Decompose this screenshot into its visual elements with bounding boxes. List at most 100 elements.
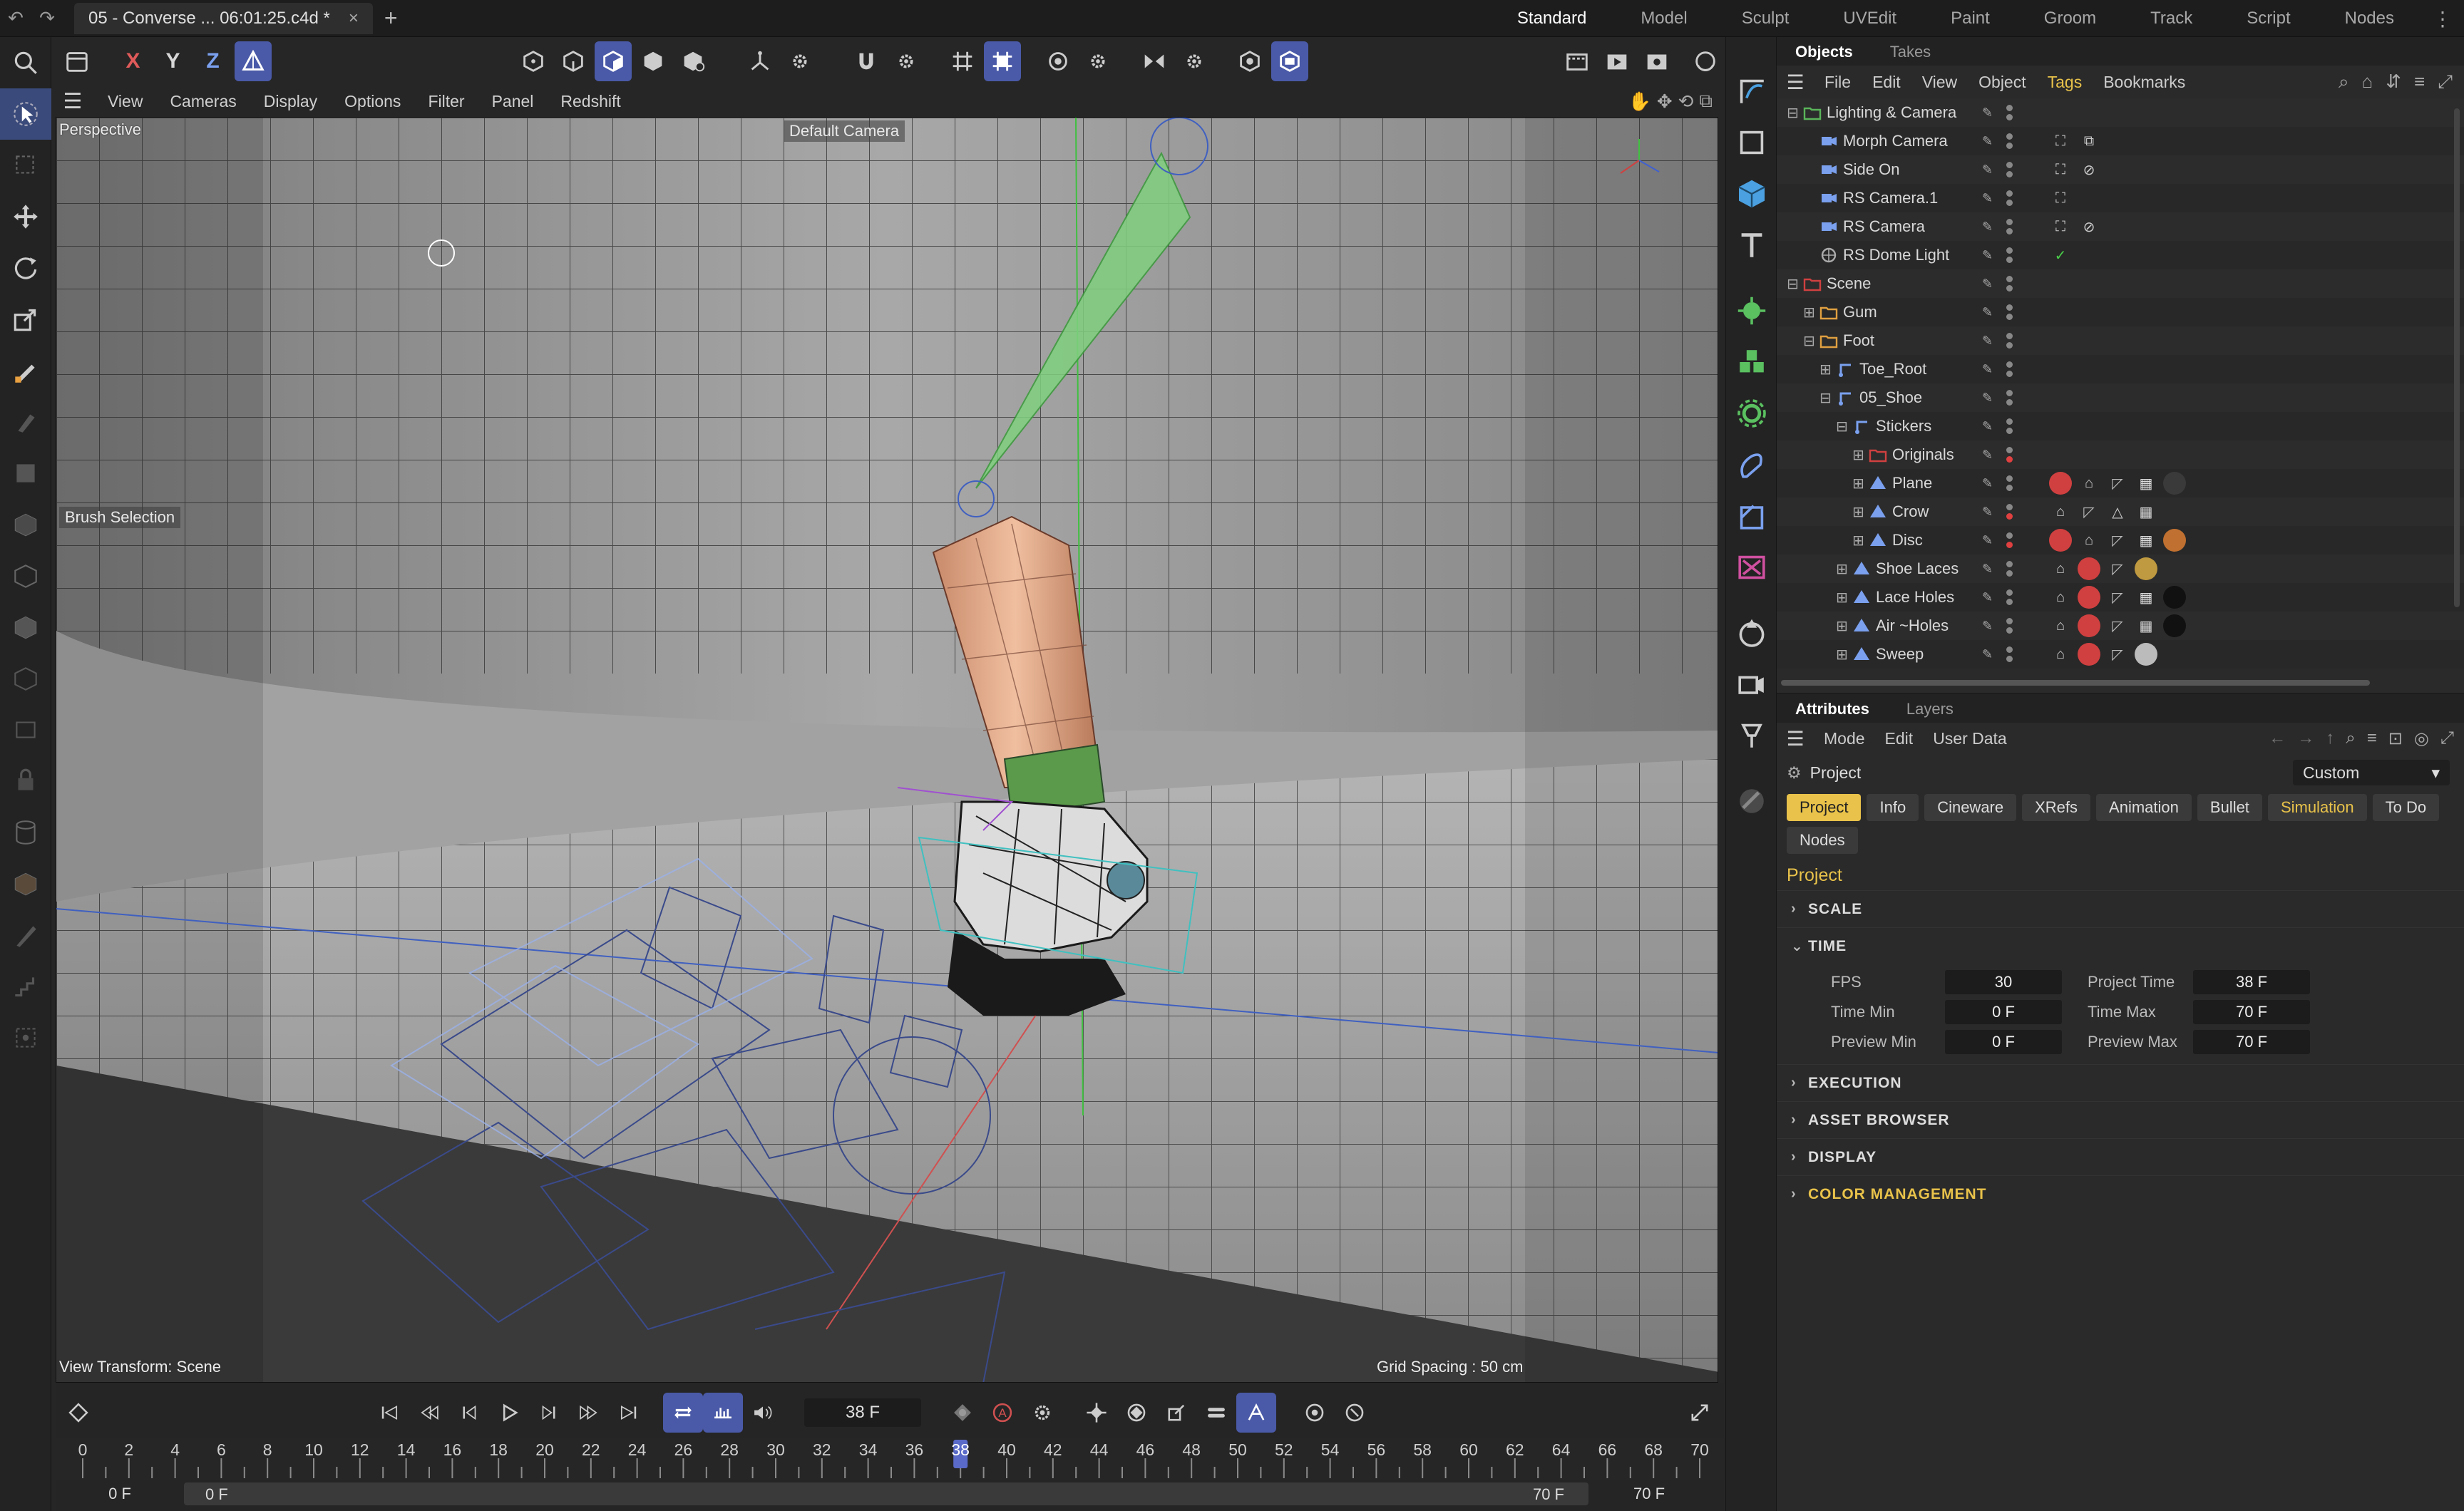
layer-toggle-icon[interactable]: ✎: [1982, 277, 1996, 292]
group-execution[interactable]: › EXECUTION: [1777, 1064, 2464, 1101]
layer-toggle-icon[interactable]: ✎: [1982, 562, 1996, 577]
visibility-dots[interactable]: [2003, 127, 2015, 155]
object-row[interactable]: ⊞ Gum ✎: [1777, 298, 2464, 326]
viewport-menu-options[interactable]: Options: [331, 92, 414, 111]
select-tool-icon[interactable]: [0, 88, 51, 140]
selection-tag-icon[interactable]: ▦: [2135, 472, 2157, 495]
symmetry-icon[interactable]: [1136, 41, 1173, 81]
motion-record-icon[interactable]: [1335, 1393, 1375, 1433]
object-name[interactable]: Foot: [1843, 331, 1874, 350]
lock-icon[interactable]: ⊡: [2388, 728, 2403, 749]
timeline-expand-icon[interactable]: [1680, 1393, 1720, 1433]
document-tab[interactable]: 05 - Converse ... 06:01:25.c4d * ×: [74, 2, 373, 34]
object-name[interactable]: Air ~Holes: [1876, 617, 1949, 635]
selection-tag-icon[interactable]: ▦: [2135, 500, 2157, 523]
expand-icon[interactable]: ⊞: [1836, 589, 1850, 607]
key-settings-icon[interactable]: [1022, 1393, 1062, 1433]
material-red-tag-icon[interactable]: [2049, 472, 2072, 495]
protection-tag-icon[interactable]: ⌂: [2049, 557, 2072, 580]
next-key-icon[interactable]: [569, 1393, 609, 1433]
pill-bullet[interactable]: Bullet: [2197, 794, 2262, 821]
target-tag-icon[interactable]: ⛶: [2049, 158, 2072, 181]
texture-icon[interactable]: [0, 858, 51, 909]
layer-toggle-icon[interactable]: ✎: [1982, 191, 1996, 206]
polygon-pen-icon[interactable]: [0, 448, 51, 499]
settings-icon[interactable]: ◎: [2414, 728, 2429, 749]
viewport-menu-display[interactable]: Display: [250, 92, 331, 111]
layout-sculpt[interactable]: Sculpt: [1715, 0, 1817, 37]
layer-toggle-icon[interactable]: ✎: [1982, 647, 1996, 662]
current-frame-field[interactable]: 38 F: [804, 1398, 921, 1427]
effector-icon[interactable]: [1726, 388, 1777, 439]
camera-name-label[interactable]: Default Camera: [784, 120, 905, 142]
uvw-tag-icon[interactable]: ◸: [2106, 557, 2129, 580]
spline-pen-icon[interactable]: [1726, 66, 1777, 117]
layer-toggle-icon[interactable]: ✎: [1982, 163, 1996, 177]
object-name[interactable]: Sweep: [1876, 645, 1924, 664]
object-name[interactable]: Plane: [1892, 474, 1932, 493]
pill-animation[interactable]: Animation: [2096, 794, 2192, 821]
points-mode-icon[interactable]: [515, 41, 552, 81]
camera-icon[interactable]: [1726, 659, 1777, 710]
phong-tag-icon[interactable]: △: [2106, 500, 2129, 523]
objects-vertical-scrollbar[interactable]: [2454, 108, 2460, 607]
pill-nodes[interactable]: Nodes: [1787, 827, 1858, 854]
y-axis-toggle[interactable]: Y: [155, 41, 192, 81]
attributes-menu-user-data[interactable]: User Data: [1923, 729, 2017, 748]
morph-tag-icon[interactable]: ⧉: [2078, 130, 2100, 153]
object-row[interactable]: ⊞ Crow ✎ ⌂ ◸ △ ▦: [1777, 497, 2464, 526]
undo-icon[interactable]: ↶: [0, 3, 31, 34]
expand-icon[interactable]: ⊞: [1852, 446, 1867, 464]
collapse-icon[interactable]: ⊟: [1787, 104, 1801, 122]
visibility-dots[interactable]: [2003, 440, 2015, 469]
back-arrow-icon[interactable]: ←: [2269, 728, 2286, 749]
layer-toggle-icon[interactable]: ✎: [1982, 448, 1996, 463]
edges-mode-icon[interactable]: [555, 41, 592, 81]
disabled-tag-icon[interactable]: ⊘: [2078, 215, 2100, 238]
field-icon[interactable]: [1726, 490, 1777, 542]
cylinder-icon[interactable]: [0, 807, 51, 858]
objects-menu-bookmarks[interactable]: Bookmarks: [2093, 73, 2196, 92]
visibility-dots[interactable]: [2003, 184, 2015, 212]
object-name[interactable]: RS Dome Light: [1843, 246, 1949, 264]
xpresso-icon[interactable]: [1726, 542, 1777, 593]
visibility-dots[interactable]: [2003, 497, 2015, 526]
cube-edges-icon[interactable]: [0, 550, 51, 602]
layout-paint[interactable]: Paint: [1924, 0, 2017, 37]
knife-icon[interactable]: [0, 909, 51, 961]
redshift-icon[interactable]: [1231, 41, 1268, 81]
render-region-icon[interactable]: [1559, 41, 1596, 81]
play-icon[interactable]: [489, 1393, 529, 1433]
visibility-dots[interactable]: [2003, 640, 2015, 669]
object-name[interactable]: Crow: [1892, 502, 1929, 521]
layer-toggle-icon[interactable]: ✎: [1982, 533, 1996, 548]
object-name[interactable]: Morph Camera: [1843, 132, 1948, 150]
search-icon[interactable]: ⌕: [2339, 71, 2349, 93]
tab-takes[interactable]: Takes: [1872, 38, 1949, 66]
material-red-tag-icon[interactable]: [2078, 643, 2100, 666]
layer-toggle-icon[interactable]: ✎: [1982, 334, 1996, 349]
layer-toggle-icon[interactable]: ✎: [1982, 305, 1996, 320]
object-row[interactable]: RS Dome Light ✎ ✓: [1777, 241, 2464, 269]
range-slider[interactable]: 0 F 70 F: [184, 1482, 1588, 1505]
key-rotation-icon[interactable]: [1116, 1393, 1156, 1433]
levels-icon[interactable]: ⇵: [2386, 71, 2401, 93]
layout-uvedit[interactable]: UVEdit: [1816, 0, 1924, 37]
object-name[interactable]: Disc: [1892, 531, 1923, 550]
visibility-dots[interactable]: [2003, 469, 2015, 497]
key-pla-icon[interactable]: [1236, 1393, 1276, 1433]
expand-icon[interactable]: ⊞: [1803, 304, 1817, 321]
uvw-tag-icon[interactable]: ◸: [2106, 614, 2129, 637]
range-end-outer[interactable]: 70 F: [1588, 1485, 1710, 1503]
viewport-menu-icon[interactable]: ☰: [51, 89, 94, 114]
protection-tag-icon[interactable]: ⌂: [2049, 614, 2072, 637]
visibility-dots[interactable]: [2003, 612, 2015, 640]
soft-selection-settings-icon[interactable]: [1079, 41, 1116, 81]
object-row[interactable]: ⊟ Lighting & Camera ✎: [1777, 98, 2464, 127]
text-spline-icon[interactable]: [1726, 220, 1777, 271]
time-min-field[interactable]: 0 F: [1945, 1000, 2062, 1024]
symmetry-settings-icon[interactable]: [1176, 41, 1213, 81]
layout-script[interactable]: Script: [2219, 0, 2317, 37]
pill-xrefs[interactable]: XRefs: [2022, 794, 2091, 821]
visibility-dots[interactable]: [2003, 98, 2015, 127]
